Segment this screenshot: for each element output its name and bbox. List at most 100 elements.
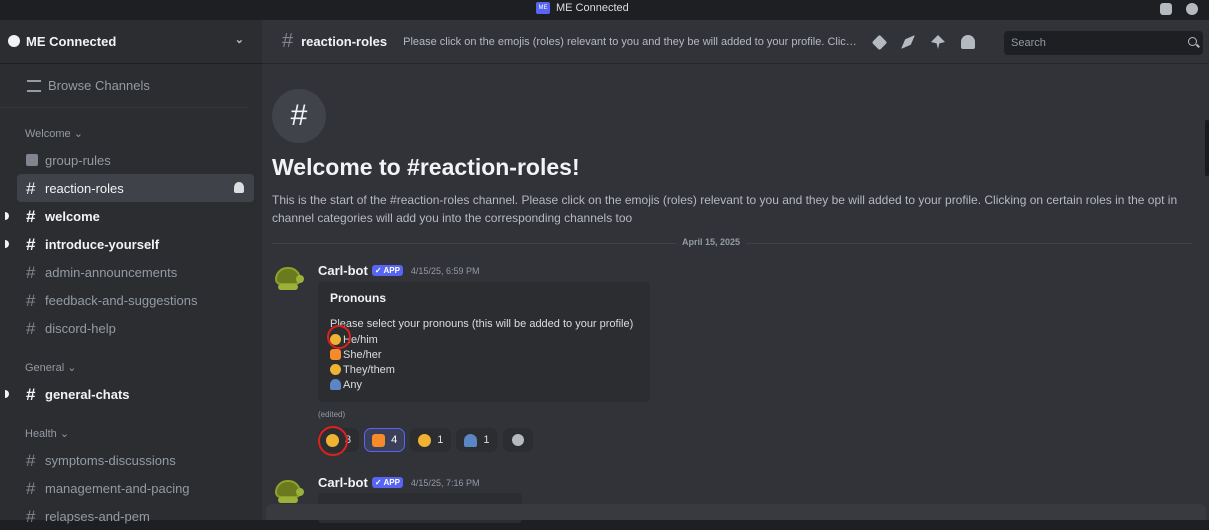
unread-indicator xyxy=(5,390,9,398)
category-health[interactable]: Health ⌄ xyxy=(0,420,262,440)
unread-indicator xyxy=(5,240,9,248)
message-composer[interactable] xyxy=(266,504,1206,520)
option-label: She/her xyxy=(343,348,382,361)
sidebar-item-relapses-and-pem[interactable]: # relapses-and-pem xyxy=(17,502,254,530)
channel-header: # reaction-roles Please click on the emo… xyxy=(262,20,1209,64)
channel-label: management-and-pacing xyxy=(45,480,190,496)
server-name: ME Connected xyxy=(26,34,117,49)
window-title: ME ME Connected xyxy=(536,2,629,14)
message-timestamp[interactable]: 4/15/25, 7:16 PM xyxy=(411,478,480,488)
hash-icon: # xyxy=(282,30,294,52)
person-emoji-icon xyxy=(330,364,341,375)
edited-label: (edited) xyxy=(318,410,346,419)
channel-topic[interactable]: Please click on the emojis (roles) relev… xyxy=(403,36,859,48)
option-label: They/them xyxy=(343,363,395,376)
unread-indicator xyxy=(5,212,9,220)
smiley-icon xyxy=(511,434,524,446)
channel-label: feedback-and-suggestions xyxy=(45,292,198,308)
sidebar-item-general-chats[interactable]: # general-chats xyxy=(5,380,254,408)
sidebar-item-welcome[interactable]: # welcome xyxy=(5,202,254,230)
browse-channels-label: Browse Channels xyxy=(48,78,150,93)
search-box[interactable] xyxy=(1004,31,1203,55)
reaction-bar: 3 4 1 1 xyxy=(318,428,533,452)
rules-channel-icon xyxy=(26,154,38,166)
list-item: They/them xyxy=(330,362,638,377)
welcome-description: This is the start of the #reaction-roles… xyxy=(272,193,1178,225)
sidebar-item-feedback-and-suggestions[interactable]: # feedback-and-suggestions xyxy=(17,286,254,314)
app-badge: ✓ APP xyxy=(371,477,403,488)
hash-icon: # xyxy=(26,263,36,282)
channel-label: general-chats xyxy=(45,386,130,402)
category-welcome[interactable]: Welcome ⌄ xyxy=(0,120,262,140)
message-author[interactable]: Carl-bot xyxy=(318,263,368,278)
date-divider: April 15, 2025 xyxy=(272,237,1192,247)
date-divider-label: April 15, 2025 xyxy=(676,237,747,247)
highlight-circle-annotation xyxy=(318,426,348,456)
sidebar-item-management-and-pacing[interactable]: # management-and-pacing xyxy=(17,474,254,502)
help-icon[interactable] xyxy=(1186,3,1198,15)
reaction-they-them[interactable]: 1 xyxy=(410,428,452,452)
woman-emoji-icon xyxy=(372,433,386,447)
message-header: Carl-bot ✓ APP 4/15/25, 6:59 PM xyxy=(318,263,479,278)
member-list-icon[interactable] xyxy=(961,35,975,49)
welcome-title: Welcome to #reaction-roles! xyxy=(272,154,580,180)
search-input[interactable] xyxy=(1011,37,1181,49)
server-header[interactable]: ME Connected ⌄ xyxy=(0,20,262,64)
threads-icon[interactable] xyxy=(871,34,888,51)
window-titlebar: ME ME Connected xyxy=(0,0,1209,20)
hash-icon: # xyxy=(26,179,36,198)
hash-icon: # xyxy=(26,319,36,338)
sidebar-item-admin-announcements[interactable]: # admin-announcements xyxy=(17,258,254,286)
channel-label: welcome xyxy=(45,208,100,224)
sidebar-item-group-rules[interactable]: group-rules xyxy=(17,146,254,174)
hash-icon: # xyxy=(26,207,36,226)
pinned-messages-icon[interactable] xyxy=(931,35,945,49)
create-invite-icon[interactable] xyxy=(234,182,244,193)
hash-icon: # xyxy=(26,235,36,254)
reaction-count: 4 xyxy=(391,434,398,446)
channel-label: reaction-roles xyxy=(45,180,124,196)
inbox-icon[interactable] xyxy=(1160,3,1172,15)
channel-label: group-rules xyxy=(45,152,111,168)
list-item: She/her xyxy=(330,347,638,362)
message-timestamp[interactable]: 4/15/25, 6:59 PM xyxy=(411,266,480,276)
channel-welcome-icon: # xyxy=(272,89,326,143)
window-title-text: ME Connected xyxy=(556,2,629,14)
hash-icon: # xyxy=(26,291,36,310)
channel-label: relapses-and-pem xyxy=(45,508,150,524)
channel-title: reaction-roles xyxy=(301,34,388,49)
list-item: He/him xyxy=(330,332,638,347)
woman-emoji-icon xyxy=(330,349,341,360)
hash-icon: # xyxy=(26,507,36,526)
list-item: Any xyxy=(330,377,638,392)
app-logo-icon: ME xyxy=(536,2,550,14)
message-author[interactable]: Carl-bot xyxy=(318,475,368,490)
silhouette-emoji-icon xyxy=(330,379,341,390)
embed-title: Pronouns xyxy=(330,291,386,305)
reaction-count: 1 xyxy=(483,434,490,446)
sidebar-item-discord-help[interactable]: # discord-help xyxy=(17,314,254,342)
header-toolbar xyxy=(871,34,975,51)
scrollbar[interactable] xyxy=(1205,120,1209,176)
reaction-any[interactable]: 1 xyxy=(456,428,498,452)
category-general[interactable]: General ⌄ xyxy=(0,354,262,374)
highlight-circle-annotation xyxy=(327,325,351,349)
embed-description: Please select your pronouns (this will b… xyxy=(330,318,634,330)
notification-settings-icon[interactable] xyxy=(901,35,915,49)
app-badge: ✓ APP xyxy=(371,265,403,276)
avatar[interactable] xyxy=(272,267,304,293)
channel-label: admin-announcements xyxy=(45,264,178,280)
add-reaction-button[interactable] xyxy=(502,428,533,452)
reaction-she-her[interactable]: 4 xyxy=(364,428,406,452)
sidebar-item-reaction-roles[interactable]: # reaction-roles xyxy=(17,174,254,202)
search-icon xyxy=(1188,37,1197,46)
chevron-down-icon: ⌄ xyxy=(234,34,244,46)
hash-icon: # xyxy=(26,385,36,404)
person-emoji-icon xyxy=(418,433,432,447)
browse-channels-button[interactable]: Browse Channels xyxy=(0,64,248,108)
sidebar-item-symptoms-discussions[interactable]: # symptoms-discussions xyxy=(17,446,254,474)
avatar[interactable] xyxy=(272,480,304,506)
server-icon xyxy=(8,35,20,47)
sidebar-item-introduce-yourself[interactable]: # introduce-yourself xyxy=(5,230,254,258)
browse-channels-icon xyxy=(27,79,41,92)
